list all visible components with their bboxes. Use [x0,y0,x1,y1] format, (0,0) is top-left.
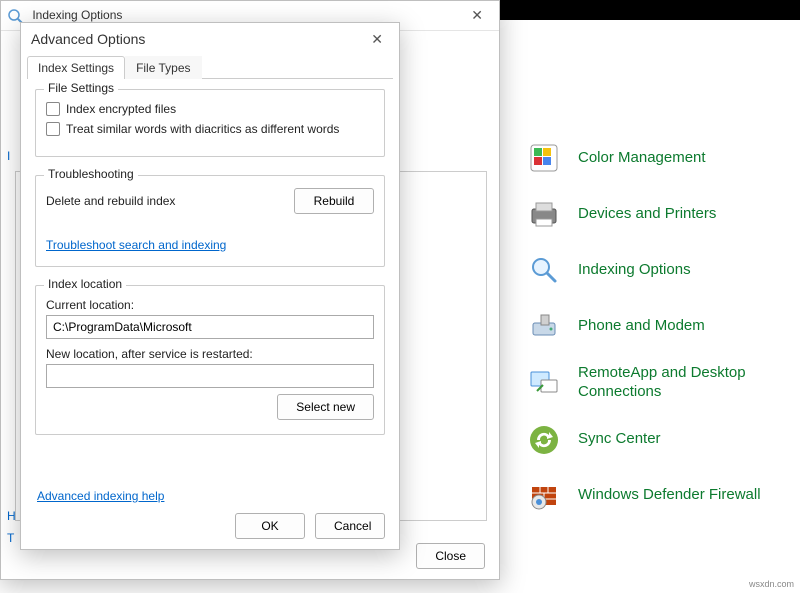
indexing-footer: Close [416,543,485,569]
troubleshooting-legend: Troubleshooting [44,167,138,181]
rebuild-button[interactable]: Rebuild [294,188,374,214]
file-settings-legend: File Settings [44,81,118,95]
close-button[interactable]: Close [416,543,485,569]
advanced-titlebar[interactable]: Advanced Options ✕ [21,23,399,55]
tab-file-types[interactable]: File Types [125,56,201,79]
cp-label: Windows Defender Firewall [578,486,761,505]
cp-item-color-management[interactable]: Color Management [508,130,800,186]
index-location-legend: Index location [44,277,126,291]
current-location-label: Current location: [46,298,374,312]
advanced-options-dialog: Advanced Options ✕ Index Settings File T… [20,22,400,550]
checkbox-diacritics[interactable] [46,122,60,136]
devices-printers-icon [526,196,562,232]
indexing-options-icon [526,252,562,288]
truncated-link-h[interactable]: H [7,509,16,523]
tab-strip: Index Settings File Types [27,55,393,79]
cancel-button[interactable]: Cancel [315,513,385,539]
advanced-footer: OK Cancel [235,513,385,539]
remoteapp-icon [526,365,562,401]
new-location-label: New location, after service is restarted… [46,347,374,361]
advanced-title: Advanced Options [31,31,145,47]
label-index-encrypted: Index encrypted files [66,102,176,116]
cp-item-phone-modem[interactable]: Phone and Modem [508,298,800,354]
cp-item-defender-firewall[interactable]: Windows Defender Firewall [508,468,800,524]
control-panel-list: Color Management Devices and Printers In… [508,20,800,593]
cp-label: RemoteApp and Desktop Connections [578,364,786,402]
checkbox-index-encrypted[interactable] [46,102,60,116]
advanced-indexing-help-link[interactable]: Advanced indexing help [37,489,164,503]
tab-index-settings[interactable]: Index Settings [27,56,125,79]
label-diacritics: Treat similar words with diacritics as d… [66,122,339,136]
indexing-title: Indexing Options [32,8,122,22]
phone-modem-icon [526,308,562,344]
index-location-group: Index location Current location: New loc… [35,285,385,435]
close-icon[interactable]: ✕ [465,7,489,24]
cp-label: Devices and Printers [578,205,716,224]
cp-label: Color Management [578,149,706,168]
troubleshooting-group: Troubleshooting Delete and rebuild index… [35,175,385,267]
color-management-icon [526,140,562,176]
cp-item-indexing-options[interactable]: Indexing Options [508,242,800,298]
delete-rebuild-label: Delete and rebuild index [46,194,175,208]
tab-content: File Settings Index encrypted files Trea… [21,79,399,435]
select-new-button[interactable]: Select new [277,394,374,420]
new-location-input[interactable] [46,364,374,388]
firewall-icon [526,478,562,514]
close-icon[interactable]: ✕ [365,31,389,48]
file-settings-group: File Settings Index encrypted files Trea… [35,89,385,157]
watermark: wsxdn.com [749,579,794,589]
troubleshoot-search-link[interactable]: Troubleshoot search and indexing [46,238,226,252]
truncated-label-i: I [7,149,10,163]
ok-button[interactable]: OK [235,513,305,539]
cp-item-remoteapp[interactable]: RemoteApp and Desktop Connections [508,354,800,412]
sync-center-icon [526,422,562,458]
truncated-link-t[interactable]: T [7,531,14,545]
cp-item-devices-printers[interactable]: Devices and Printers [508,186,800,242]
cp-label: Phone and Modem [578,317,705,336]
cp-label: Indexing Options [578,261,691,280]
cp-item-sync-center[interactable]: Sync Center [508,412,800,468]
current-location-input[interactable] [46,315,374,339]
cp-label: Sync Center [578,430,661,449]
